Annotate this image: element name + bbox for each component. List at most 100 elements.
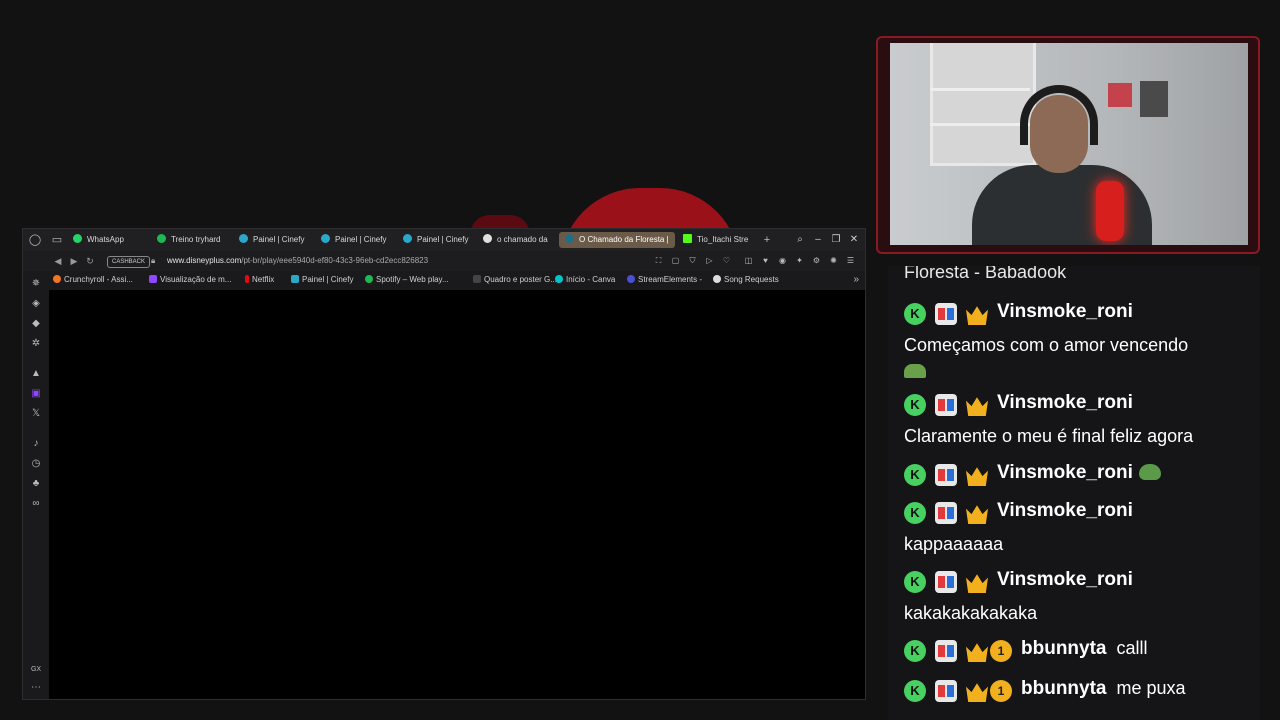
extension-icon[interactable]: ◉ bbox=[777, 255, 788, 266]
compass-icon[interactable]: ◈ bbox=[29, 297, 43, 311]
sidebar: ✵ ◈ ◆ ✲ ▲ ▣ 𝕏 ♪ ◷ ♣ ∞ GX ⋯ bbox=[23, 271, 49, 699]
chat-message: K Vinsmoke_roni bbox=[904, 567, 1133, 595]
cinefy-icon bbox=[291, 275, 299, 283]
disney-icon bbox=[565, 234, 574, 243]
gear-icon[interactable]: ✲ bbox=[29, 337, 43, 351]
tab-kick[interactable]: Tio_Itachi Stre bbox=[683, 232, 757, 248]
tab-disney-active[interactable]: O Chamado da Floresta | bbox=[559, 232, 675, 248]
chat-partial-message: Floresta - Babadook bbox=[904, 266, 1066, 284]
crown-badge-icon bbox=[966, 574, 988, 593]
extension-icon[interactable]: ◆ bbox=[29, 317, 43, 331]
bookmark-icon[interactable]: ▢ bbox=[670, 255, 681, 266]
chat-message-body: kappaaaaaa bbox=[904, 532, 1003, 556]
x-icon[interactable]: 𝕏 bbox=[29, 407, 43, 421]
chat-username[interactable]: Vinsmoke_roni bbox=[997, 392, 1133, 413]
extension-icon[interactable]: ✦ bbox=[794, 255, 805, 266]
forward-icon[interactable]: ▶ bbox=[67, 253, 81, 269]
url-field[interactable]: www.disneyplus.com/pt-br/play/eee5940d-e… bbox=[167, 255, 428, 267]
maximize-icon[interactable]: ❐ bbox=[829, 232, 843, 248]
chat-message: K Vinsmoke_roni bbox=[904, 498, 1133, 526]
chat-username[interactable]: Vinsmoke_roni bbox=[997, 462, 1133, 483]
minimize-icon[interactable]: – bbox=[811, 232, 825, 248]
cinefy-icon bbox=[321, 234, 330, 243]
chat-username[interactable]: Vinsmoke_roni bbox=[997, 500, 1133, 521]
url-path: /pt-br/play/eee5940d-ef80-43c3-96eb-cd2e… bbox=[241, 256, 429, 265]
spotify-icon bbox=[157, 234, 166, 243]
spotify-icon bbox=[365, 275, 373, 283]
cashback-badge[interactable]: CASHBACK bbox=[107, 256, 151, 268]
tab-whatsapp[interactable]: WhatsApp bbox=[73, 232, 151, 248]
bookmark-netflix[interactable]: Netflix bbox=[245, 274, 274, 286]
bookmark-visualizacao[interactable]: Visualização de m... bbox=[149, 274, 231, 286]
chat-message-text: Claramente o meu é final feliz agora bbox=[904, 426, 1194, 446]
kick-badge-icon: K bbox=[904, 303, 926, 325]
extension-icon[interactable]: ◫ bbox=[743, 255, 754, 266]
reload-icon[interactable]: ↻ bbox=[83, 253, 97, 269]
extensions-menu-icon[interactable]: ☰ bbox=[845, 255, 856, 266]
extension-icon[interactable]: ⚙ bbox=[811, 255, 822, 266]
bookmark-spotify[interactable]: Spotify – Web play... bbox=[365, 274, 449, 286]
heart-icon[interactable]: ♡ bbox=[721, 255, 732, 266]
bookmark-label: Netflix bbox=[252, 275, 275, 284]
bookmark-streamelements[interactable]: StreamElements - bbox=[627, 274, 702, 286]
tab-cinefy-1[interactable]: Painel | Cinefy bbox=[239, 232, 317, 248]
chat-username[interactable]: Vinsmoke_roni bbox=[997, 569, 1133, 590]
tab-treino[interactable]: Treino tryhard bbox=[157, 232, 235, 248]
tab-label: Painel | Cinefy bbox=[335, 235, 387, 244]
netflix-icon bbox=[245, 275, 249, 283]
chat-message-text: kappaaaaaa bbox=[904, 534, 1004, 554]
search-tabs-icon[interactable]: ⌕ bbox=[793, 232, 807, 248]
player-icon[interactable]: ▷ bbox=[704, 255, 715, 266]
shield-icon[interactable]: ⛉ bbox=[687, 255, 698, 266]
close-icon[interactable]: ✕ bbox=[847, 232, 861, 248]
webcam-shelf bbox=[930, 43, 1036, 166]
bookmark-quadro[interactable]: Quadro e poster G... bbox=[473, 274, 557, 286]
bookmark-canva[interactable]: Início - Canva bbox=[555, 274, 615, 286]
chat-message-body: Claramente o meu é final feliz agora bbox=[904, 424, 1193, 448]
bookmark-cinefy[interactable]: Painel | Cinefy bbox=[291, 274, 353, 286]
gx-icon[interactable]: GX bbox=[29, 663, 43, 677]
bookmark-label: Song Requests bbox=[724, 275, 779, 284]
ai-icon[interactable]: ✵ bbox=[29, 277, 43, 291]
bookmark-song-requests[interactable]: Song Requests bbox=[713, 274, 779, 286]
frog-emote-icon bbox=[1138, 464, 1161, 480]
opera-logo-icon[interactable]: ◯ bbox=[27, 232, 43, 248]
lock-icon[interactable]: 🔒︎ bbox=[151, 256, 155, 266]
snapshot-icon[interactable]: ⛶ bbox=[653, 255, 664, 266]
kick-badge-icon: K bbox=[904, 680, 926, 702]
bookmark-label: Visualização de m... bbox=[160, 275, 232, 284]
streamelements-icon bbox=[627, 275, 635, 283]
moderator-badge-icon bbox=[935, 640, 957, 662]
bookmarks-bar: Crunchyroll - Assi... Visualização de m.… bbox=[43, 271, 865, 290]
new-tab-icon[interactable]: + bbox=[759, 232, 775, 248]
bookmark-crunchyroll[interactable]: Crunchyroll - Assi... bbox=[53, 274, 133, 286]
chat-username[interactable]: bbunnyta bbox=[1021, 638, 1107, 659]
link-icon[interactable]: ∞ bbox=[29, 497, 43, 511]
video-player[interactable] bbox=[49, 290, 865, 699]
google-icon bbox=[483, 234, 492, 243]
back-icon[interactable]: ◀ bbox=[51, 253, 65, 269]
chat-message: K Vinsmoke_roni bbox=[904, 460, 1161, 488]
history-icon[interactable]: ◷ bbox=[29, 457, 43, 471]
twitch-icon[interactable]: ▣ bbox=[29, 387, 43, 401]
more-icon[interactable]: ⋯ bbox=[29, 681, 43, 695]
chat-message-text: Floresta - Babadook bbox=[904, 266, 1067, 282]
chat-username[interactable]: Vinsmoke_roni bbox=[997, 301, 1133, 322]
moderator-badge-icon bbox=[935, 303, 957, 325]
chat-message: K 1 bbunnyta me puxa bbox=[904, 676, 1186, 704]
music-icon[interactable]: ♪ bbox=[29, 437, 43, 451]
bookmarks-overflow-icon[interactable]: » bbox=[853, 274, 859, 285]
cinefy-icon bbox=[403, 234, 412, 243]
pinboard-icon[interactable]: ♣ bbox=[29, 477, 43, 491]
chat-username[interactable]: bbunnyta bbox=[1021, 678, 1107, 699]
tab-cinefy-2[interactable]: Painel | Cinefy bbox=[321, 232, 399, 248]
tab-google-search[interactable]: o chamado da bbox=[483, 232, 553, 248]
extension-icon[interactable]: ✺ bbox=[828, 255, 839, 266]
moderator-badge-icon bbox=[935, 571, 957, 593]
workspaces-icon[interactable]: ▭ bbox=[49, 232, 65, 248]
chat-message-text: Começamos com o amor vencendo bbox=[904, 335, 1189, 355]
extension-icon[interactable]: ♥ bbox=[760, 255, 771, 266]
browser-window: ◯ ▭ WhatsApp Treino tryhard Painel | Cin… bbox=[22, 228, 866, 700]
aria-icon[interactable]: ▲ bbox=[29, 367, 43, 381]
tab-cinefy-3[interactable]: Painel | Cinefy bbox=[403, 232, 481, 248]
